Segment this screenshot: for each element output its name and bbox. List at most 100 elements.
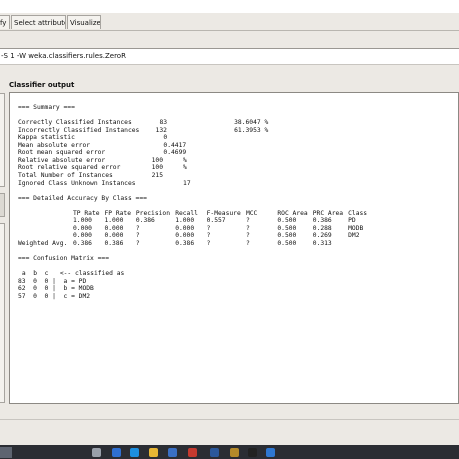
output-line-15-token-8: PD [348, 217, 356, 225]
result-list[interactable] [0, 223, 5, 403]
output-line-17-token-1: 0.000 [104, 232, 124, 240]
output-line-5-token-0: Mean absolute error [18, 141, 91, 149]
output-line-6-token-1: 0.4699 [163, 149, 187, 157]
output-line-17-token-7: 0.269 [312, 232, 332, 240]
output-line-2-token-2: 38.6047 % [234, 119, 269, 127]
output-line-18-token-5: ? [206, 239, 211, 247]
output-line-16-token-7: 0.288 [312, 224, 332, 232]
output-line-7-token-2: % [183, 156, 187, 164]
chrome-icon[interactable] [112, 448, 121, 457]
output-line-16-token-6: 0.500 [277, 224, 297, 232]
output-line-18-token-1: 0.386 [73, 239, 92, 247]
title-strip [0, 0, 459, 13]
terminal-icon[interactable] [248, 448, 257, 457]
start-button[interactable] [0, 193, 5, 217]
output-line-14-token-5: MCC [245, 209, 258, 217]
output-line-23-token-0: 83 0 0 | a = PD [18, 277, 87, 285]
test-options-panel [0, 93, 5, 187]
output-line-9-token-1: 215 [151, 171, 163, 179]
mail-icon[interactable] [188, 448, 197, 457]
output-line-3-token-1: 132 [155, 126, 167, 134]
output-line-17-token-3: 0.000 [175, 232, 195, 240]
output-line-17-token-8: DM2 [348, 232, 360, 240]
output-line-15-token-3: 1.000 [175, 217, 195, 225]
output-line-14-token-2: Precision [135, 209, 171, 217]
output-line-14-token-3: Recall [175, 209, 198, 217]
output-line-8-token-0: Root relative squared error [18, 164, 121, 172]
classifier-output-label: Classifier output [9, 81, 75, 89]
tab-select-attributes[interactable]: Select attributes [11, 15, 66, 29]
output-line-6-token-0: Root mean squared error [18, 149, 106, 157]
classifier-output-text[interactable]: === Summary === Correctly Classified Inst… [9, 92, 459, 404]
output-line-15-token-5: ? [245, 217, 250, 225]
output-line-16-token-8: MODB [348, 224, 364, 232]
output-line-17-token-0: 0.000 [73, 232, 92, 240]
output-line-7-token-0: Relative absolute error [18, 156, 106, 164]
output-line-18-token-2: 0.386 [104, 239, 124, 247]
output-line-5-token-1: 0.4417 [163, 141, 187, 149]
output-line-17-token-2: ? [135, 232, 140, 240]
output-line-2-token-0: Correctly Classified Instances [18, 119, 132, 127]
left-control-panel [0, 93, 6, 405]
ie-icon[interactable] [130, 448, 139, 457]
app-icon[interactable] [266, 448, 275, 457]
output-line-18-token-4: 0.386 [175, 239, 195, 247]
search-icon[interactable] [92, 448, 101, 457]
output-line-15-token-1: 1.000 [104, 217, 124, 225]
tab-bar: ify Select attributes Visualize [0, 13, 459, 31]
word-icon[interactable] [210, 448, 219, 457]
output-line-14-token-7: PRC Area [312, 209, 344, 217]
output-line-15-token-6: 0.500 [277, 217, 297, 225]
output-line-17-token-6: 0.500 [277, 232, 297, 240]
output-line-17-token-4: ? [206, 232, 211, 240]
weka-icon[interactable] [230, 448, 239, 457]
output-line-25-token-0: 57 0 0 | c = DM2 [18, 292, 91, 300]
output-line-18-token-0: Weighted Avg. [18, 239, 68, 247]
folder-icon[interactable] [149, 448, 158, 457]
output-line-15-token-4: 0.557 [206, 217, 226, 225]
classifier-command-field[interactable]: -S 1 -W weka.classifiers.rules.ZeroR [0, 48, 459, 65]
store-icon[interactable] [168, 448, 177, 457]
output-line-14-token-6: ROC Area [277, 209, 308, 217]
output-line-17-token-5: ? [245, 232, 250, 240]
output-line-14-token-1: FP Rate [104, 209, 131, 217]
output-line-15-token-2: 0.386 [135, 217, 155, 225]
output-line-15-token-7: 0.386 [312, 217, 332, 225]
output-line-14-token-4: F-Measure [206, 209, 241, 217]
output-line-18-token-3: ? [135, 239, 140, 247]
taskbar [0, 445, 459, 459]
output-line-3-token-0: Incorrectly Classified Instances [18, 126, 140, 134]
start-icon[interactable] [0, 447, 12, 458]
output-line-20-token-0: === Confusion Matrix === [18, 255, 109, 262]
output-line-4-token-1: 0 [163, 134, 168, 142]
output-line-14-token-8: Class [348, 209, 368, 217]
toolbar-area [0, 31, 459, 48]
status-divider [0, 419, 459, 420]
output-line-16-token-3: 0.000 [175, 224, 195, 232]
status-area [0, 405, 459, 441]
output-line-16-token-4: ? [206, 224, 211, 232]
tab-classify[interactable]: ify [0, 15, 10, 29]
output-line-3-token-2: 61.3953 % [234, 126, 269, 134]
output-line-0-token-0: === Summary === [18, 104, 75, 111]
output-line-4-token-0: Kappa statistic [18, 134, 75, 142]
output-line-18-token-8: 0.313 [312, 239, 332, 247]
output-line-8-token-2: % [183, 164, 187, 172]
output-line-16-token-0: 0.000 [73, 224, 92, 232]
output-line-2-token-1: 83 [159, 119, 168, 127]
output-line-18-token-7: 0.500 [277, 239, 297, 247]
output-line-22-token-0: a b c <-- classified as [21, 270, 125, 278]
output-line-15-token-0: 1.000 [73, 217, 92, 225]
output-line-10-token-0: Ignored Class Unknown Instances [18, 179, 136, 187]
output-line-7-token-1: 100 [151, 156, 163, 164]
output-line-12-token-0: === Detailed Accuracy By Class === [18, 194, 147, 202]
output-line-9-token-0: Total Number of Instances [18, 171, 113, 179]
output-line-18-token-6: ? [245, 239, 250, 247]
output-line-24-token-0: 62 0 0 | b = MODB [18, 285, 94, 293]
output-line-14-token-0: TP Rate [73, 209, 100, 217]
tab-visualize[interactable]: Visualize [67, 15, 101, 29]
output-line-16-token-2: ? [135, 224, 140, 232]
output-line-10-token-1: 17 [183, 179, 191, 187]
output-line-8-token-1: 100 [151, 164, 163, 172]
output-line-16-token-5: ? [245, 224, 250, 232]
